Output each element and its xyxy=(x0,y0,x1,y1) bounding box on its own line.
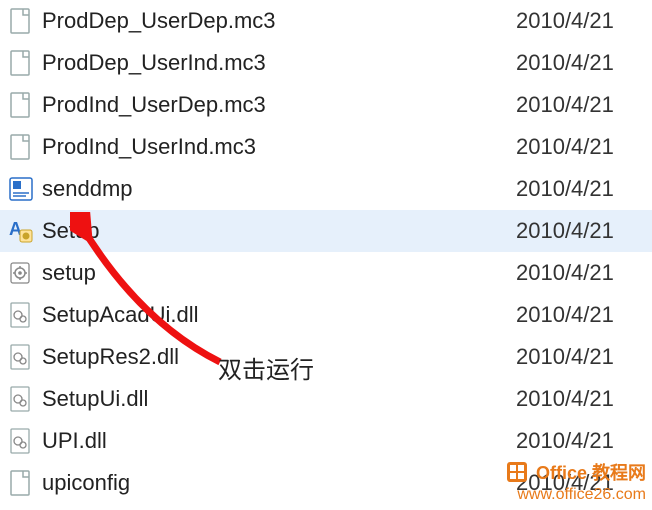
file-row[interactable]: ProdDep_UserDep.mc3 2010/4/21 xyxy=(0,0,652,42)
installer-icon: A xyxy=(6,216,36,246)
file-date-label: 2010/4/21 xyxy=(516,428,652,454)
file-row[interactable]: UPI.dll 2010/4/21 xyxy=(0,420,652,462)
file-date-label: 2010/4/21 xyxy=(516,260,652,286)
file-name-label: ProdInd_UserInd.mc3 xyxy=(42,134,516,160)
watermark-url: www.office26.com xyxy=(507,486,646,504)
file-date-label: 2010/4/21 xyxy=(516,176,652,202)
file-icon xyxy=(6,48,36,78)
file-name-label: Setup xyxy=(42,218,516,244)
file-date-label: 2010/4/21 xyxy=(516,134,652,160)
file-name-label: SetupUi.dll xyxy=(42,386,516,412)
file-icon xyxy=(6,468,36,498)
file-row[interactable]: SetupRes2.dll 2010/4/21 xyxy=(0,336,652,378)
file-date-label: 2010/4/21 xyxy=(516,386,652,412)
file-name-label: ProdDep_UserInd.mc3 xyxy=(42,50,516,76)
file-icon xyxy=(6,90,36,120)
watermark: Office 教程网 www.office26.com xyxy=(507,462,646,504)
file-icon xyxy=(6,132,36,162)
file-name-label: SetupRes2.dll xyxy=(42,344,516,370)
file-name-label: ProdDep_UserDep.mc3 xyxy=(42,8,516,34)
file-row[interactable]: ProdInd_UserInd.mc3 2010/4/21 xyxy=(0,126,652,168)
config-icon xyxy=(6,258,36,288)
file-date-label: 2010/4/21 xyxy=(516,218,652,244)
file-name-label: upiconfig xyxy=(42,470,516,496)
dll-icon xyxy=(6,384,36,414)
file-row[interactable]: setup 2010/4/21 xyxy=(0,252,652,294)
file-date-label: 2010/4/21 xyxy=(516,92,652,118)
file-row[interactable]: ProdInd_UserDep.mc3 2010/4/21 xyxy=(0,84,652,126)
file-list: ProdDep_UserDep.mc3 2010/4/21 ProdDep_Us… xyxy=(0,0,652,504)
dll-icon xyxy=(6,342,36,372)
file-row[interactable]: senddmp 2010/4/21 xyxy=(0,168,652,210)
file-row-selected[interactable]: A Setup 2010/4/21 xyxy=(0,210,652,252)
file-row[interactable]: SetupUi.dll 2010/4/21 xyxy=(0,378,652,420)
file-row[interactable]: ProdDep_UserInd.mc3 2010/4/21 xyxy=(0,42,652,84)
watermark-title: Office 教程网 xyxy=(536,463,646,483)
file-date-label: 2010/4/21 xyxy=(516,50,652,76)
file-date-label: 2010/4/21 xyxy=(516,344,652,370)
file-name-label: SetupAcadUi.dll xyxy=(42,302,516,328)
app-doc-icon xyxy=(6,174,36,204)
file-row[interactable]: SetupAcadUi.dll 2010/4/21 xyxy=(0,294,652,336)
file-name-label: senddmp xyxy=(42,176,516,202)
file-name-label: setup xyxy=(42,260,516,286)
file-date-label: 2010/4/21 xyxy=(516,8,652,34)
file-name-label: ProdInd_UserDep.mc3 xyxy=(42,92,516,118)
file-icon xyxy=(6,6,36,36)
file-name-label: UPI.dll xyxy=(42,428,516,454)
office-logo-icon xyxy=(507,462,527,487)
dll-icon xyxy=(6,300,36,330)
dll-icon xyxy=(6,426,36,456)
file-date-label: 2010/4/21 xyxy=(516,302,652,328)
